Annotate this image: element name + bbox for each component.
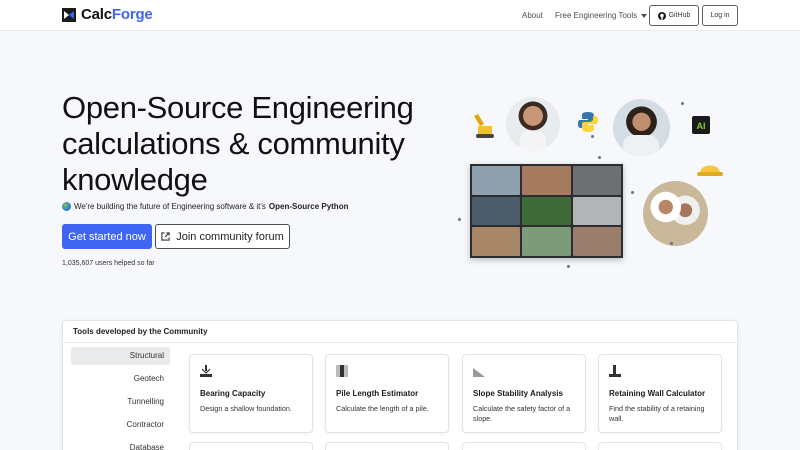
users-helped-counter: 1,035,607 users helped so far xyxy=(62,260,155,267)
python-logo-icon xyxy=(578,112,598,132)
slope-icon xyxy=(473,368,485,377)
tool-card-desc: Design a shallow foundation. xyxy=(200,404,292,413)
decor-dot xyxy=(681,102,684,105)
tool-card-title: Pile Length Estimator xyxy=(336,389,419,398)
tool-card-next-row[interactable] xyxy=(189,442,313,450)
tool-card-next-row[interactable] xyxy=(325,442,449,450)
tool-card-title: Retaining Wall Calculator xyxy=(609,389,706,398)
external-link-icon xyxy=(161,232,170,241)
category-tab-tunnelling[interactable]: Tunnelling xyxy=(71,393,170,411)
tool-card-next-row[interactable] xyxy=(598,442,722,450)
tool-card-slope-stability[interactable]: Slope Stability Analysis Calculate the s… xyxy=(462,354,586,433)
foundation-icon xyxy=(200,365,212,377)
hero-subtitle-bold: Open-Source Python xyxy=(268,202,349,211)
nav-tools-dropdown[interactable]: Free Engineering Tools xyxy=(555,11,648,20)
tools-panel-title: Tools developed by the Community xyxy=(73,327,208,336)
decor-dot xyxy=(631,191,634,194)
decor-dot xyxy=(591,135,594,138)
login-button-label: Log in xyxy=(710,12,730,19)
svg-text:AI: AI xyxy=(697,121,706,131)
tool-card-title: Slope Stability Analysis xyxy=(473,389,563,398)
category-tab-contractor[interactable]: Contractor xyxy=(71,416,170,434)
retaining-wall-icon xyxy=(609,365,621,377)
tools-panel: Tools developed by the Community Structu… xyxy=(62,320,738,450)
github-button[interactable]: GitHub xyxy=(649,5,699,26)
category-tab-database[interactable]: Database xyxy=(71,439,170,450)
hero-title: Open-Source Engineering calculations & c… xyxy=(62,90,414,197)
github-button-label: GitHub xyxy=(668,12,691,19)
nav-tools-label: Free Engineering Tools xyxy=(555,11,638,20)
ai-chip-icon: AI xyxy=(692,116,710,134)
tool-card-desc: Calculate the length of a pile. xyxy=(336,404,429,413)
get-started-button[interactable]: Get started now xyxy=(62,224,152,249)
video-call-grid xyxy=(470,164,623,258)
brand-logo-link[interactable]: CalcForge xyxy=(62,6,153,23)
tool-card-desc: Calculate the safety factor of a slope. xyxy=(473,404,571,423)
get-started-label: Get started now xyxy=(68,230,146,243)
nav-about-link[interactable]: About xyxy=(522,11,543,20)
pile-icon xyxy=(336,365,348,377)
chevron-down-icon xyxy=(641,13,648,18)
hard-hat-icon xyxy=(697,165,723,176)
tool-card-next-row[interactable] xyxy=(462,442,586,450)
decor-dot xyxy=(598,156,601,159)
calcforge-logo-icon xyxy=(62,7,76,22)
decor-dot xyxy=(458,218,461,221)
join-forum-label: Join community forum xyxy=(176,230,284,243)
category-tab-structural[interactable]: Structural xyxy=(71,347,170,365)
decor-dot xyxy=(670,242,673,245)
tool-card-title: Bearing Capacity xyxy=(200,389,266,398)
category-tab-geotech[interactable]: Geotech xyxy=(71,370,170,388)
github-icon xyxy=(657,11,666,20)
excavator-icon xyxy=(474,114,494,138)
decor-dot xyxy=(567,265,570,268)
tool-card-retaining-wall[interactable]: Retaining Wall Calculator Find the stabi… xyxy=(598,354,722,433)
login-button[interactable]: Log in xyxy=(702,5,738,26)
community-photo-woman-laptop xyxy=(506,97,560,151)
tool-card-desc: Find the stability of a retaining wall. xyxy=(609,404,705,423)
divider xyxy=(63,342,737,343)
join-forum-button[interactable]: Join community forum xyxy=(155,224,290,249)
tool-card-pile-length[interactable]: Pile Length Estimator Calculate the leng… xyxy=(325,354,449,433)
community-photo-woman-smiling xyxy=(613,99,670,156)
hero-subtitle: We're building the future of Engineering… xyxy=(62,202,348,211)
tool-card-bearing-capacity[interactable]: Bearing Capacity Design a shallow founda… xyxy=(189,354,313,433)
top-navbar: CalcForge About Free Engineering Tools G… xyxy=(0,0,800,31)
globe-icon xyxy=(62,202,71,211)
brand-name: CalcForge xyxy=(81,6,153,23)
hero-subtitle-text: We're building the future of Engineering… xyxy=(74,202,266,211)
community-photo-group xyxy=(643,181,708,246)
